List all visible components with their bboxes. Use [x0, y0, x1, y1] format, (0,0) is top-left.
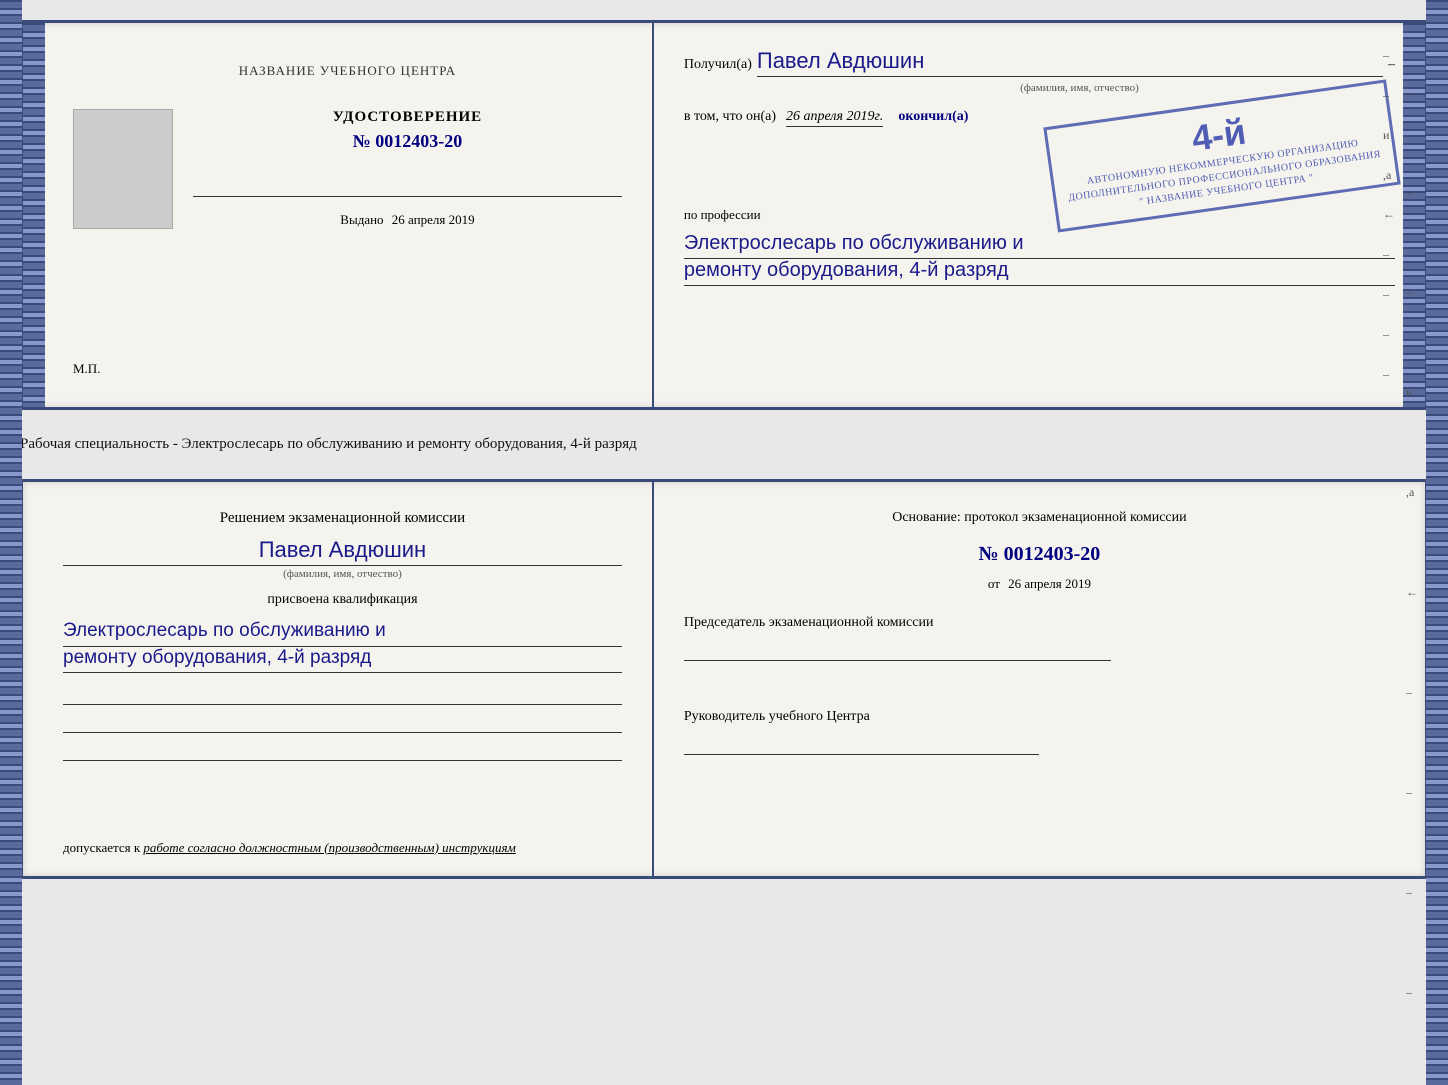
sig-line-1: [63, 685, 622, 705]
doc-bottom-right: Основание: протокол экзаменационной коми…: [654, 482, 1425, 876]
side-dashes: ––и,а←––––: [1383, 23, 1395, 407]
bottom-document: Решением экзаменационной комиссии Павел …: [20, 479, 1428, 879]
okonchil-label: окончил(а): [898, 109, 968, 125]
chairman-sig: [684, 641, 1111, 661]
bottom-spine-left: [0, 0, 22, 1085]
middle-text: Рабочая специальность - Электрослесарь п…: [20, 428, 1428, 461]
doc-top-left: НАЗВАНИЕ УЧЕБНОГО ЦЕНТРА УДОСТОВЕРЕНИЕ №…: [23, 23, 654, 407]
dopuskaetsya-block: допускается к работе согласно должностны…: [63, 840, 622, 856]
chairman-block: Председатель экзаменационной комиссии: [684, 612, 1395, 661]
received-line: Получил(а) Павел Авдюшин –: [684, 48, 1395, 77]
issued-date: 26 апреля 2019: [392, 212, 475, 227]
issued-label: Выдано: [340, 212, 383, 227]
prisvoena-label: присвоена квалификация: [63, 592, 622, 608]
profession-line2: ремонту оборудования, 4-й разряд: [684, 259, 1395, 286]
photo-placeholder: [73, 109, 173, 229]
ot-line: от 26 апреля 2019: [684, 576, 1395, 592]
profession-line1: Электрослесарь по обслуживанию и: [684, 228, 1395, 259]
received-prefix: Получил(а): [684, 57, 752, 73]
received-name: Павел Авдюшин: [757, 48, 1383, 77]
training-center-label-top: НАЗВАНИЕ УЧЕБНОГО ЦЕНТРА: [239, 63, 456, 79]
ot-date: 26 апреля 2019: [1008, 576, 1091, 591]
profession-section-top: по профессии Электрослесарь по обслужива…: [684, 207, 1395, 286]
protocol-number: № 0012403-20: [684, 543, 1395, 566]
sig-line-2: [63, 713, 622, 733]
vtom-prefix: в том, что он(а): [684, 109, 776, 125]
vtom-date: 26 апреля 2019г.: [786, 109, 883, 127]
po-professii-label: по профессии: [684, 207, 1395, 223]
rukovoditel-sig: [684, 735, 1040, 755]
signature-lines-bottom: [63, 685, 622, 761]
rukovoditel-block: Руководитель учебного Центра: [684, 706, 1395, 755]
qualification-line1: Электрослесарь по обслуживанию и: [63, 616, 622, 647]
dopuskaetsya-prefix: допускается к: [63, 840, 140, 855]
qualification-line2: ремонту оборудования, 4-й разряд: [63, 647, 622, 673]
ot-prefix: от: [988, 576, 1000, 591]
fio-label-bottom: (фамилия, имя, отчество): [63, 568, 622, 580]
doc-bottom-left: Решением экзаменационной комиссии Павел …: [23, 482, 654, 876]
dopuskaetsya-italic: работе согласно должностным (производств…: [143, 840, 515, 855]
issued-line: Выдано 26 апреля 2019: [340, 212, 474, 228]
person-name-bottom: Павел Авдюшин: [63, 537, 622, 566]
doc-top-right: Получил(а) Павел Авдюшин – (фамилия, имя…: [654, 23, 1425, 407]
doc-number-top: № 0012403-20: [353, 131, 463, 152]
top-document: НАЗВАНИЕ УЧЕБНОГО ЦЕНТРА УДОСТОВЕРЕНИЕ №…: [20, 20, 1428, 410]
udostoverenie-title: УДОСТОВЕРЕНИЕ: [333, 109, 483, 126]
osnovanie-title: Основание: протокол экзаменационной коми…: [684, 507, 1395, 528]
side-dashes-bottom: –––и,а←––––: [1406, 0, 1418, 1085]
bottom-spine-right: [1426, 0, 1448, 1085]
commission-title: Решением экзаменационной комиссии: [63, 507, 622, 530]
officials-block: Председатель экзаменационной комиссии Ру…: [684, 612, 1395, 856]
rukovoditel-title: Руководитель учебного Центра: [684, 706, 1395, 727]
chairman-title: Председатель экзаменационной комиссии: [684, 612, 1395, 633]
sig-line-3: [63, 741, 622, 761]
mp-label: М.П.: [73, 361, 100, 377]
